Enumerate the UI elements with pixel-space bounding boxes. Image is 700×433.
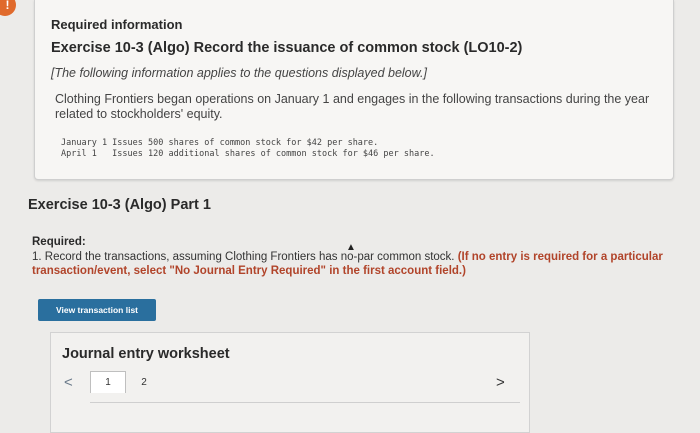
view-transaction-list-button[interactable]: View transaction list xyxy=(38,299,156,321)
alert-icon: ! xyxy=(0,0,16,16)
tab-divider xyxy=(90,402,520,403)
worksheet-title: Journal entry worksheet xyxy=(62,346,230,362)
transaction-row: April 1 Issues 120 additional shares of … xyxy=(61,149,435,159)
required-information-panel: Required information Exercise 10-3 (Algo… xyxy=(34,0,674,180)
required-info-heading: Required information xyxy=(51,17,183,32)
exercise-title: Exercise 10-3 (Algo) Record the issuance… xyxy=(51,40,523,56)
part-title: Exercise 10-3 (Algo) Part 1 xyxy=(28,197,211,213)
worksheet-page-tab-1[interactable]: 1 xyxy=(90,371,126,393)
transaction-row: January 1 Issues 500 shares of common st… xyxy=(61,138,379,148)
instructions: 1. Record the transactions, assuming Clo… xyxy=(32,250,682,278)
chevron-right-icon[interactable]: > xyxy=(496,374,505,391)
chevron-left-icon[interactable]: < xyxy=(64,374,73,391)
required-label: Required: xyxy=(32,236,86,248)
worksheet-page-tab-2[interactable]: 2 xyxy=(126,371,162,393)
instruction-text: 1. Record the transactions, assuming Clo… xyxy=(32,251,455,263)
pointer-cursor-icon: ▲ xyxy=(346,242,356,253)
transaction-list: January 1 Issues 500 shares of common st… xyxy=(61,138,435,160)
exercise-description: Clothing Frontiers began operations on J… xyxy=(55,92,650,121)
info-note: [The following information applies to th… xyxy=(51,66,427,80)
